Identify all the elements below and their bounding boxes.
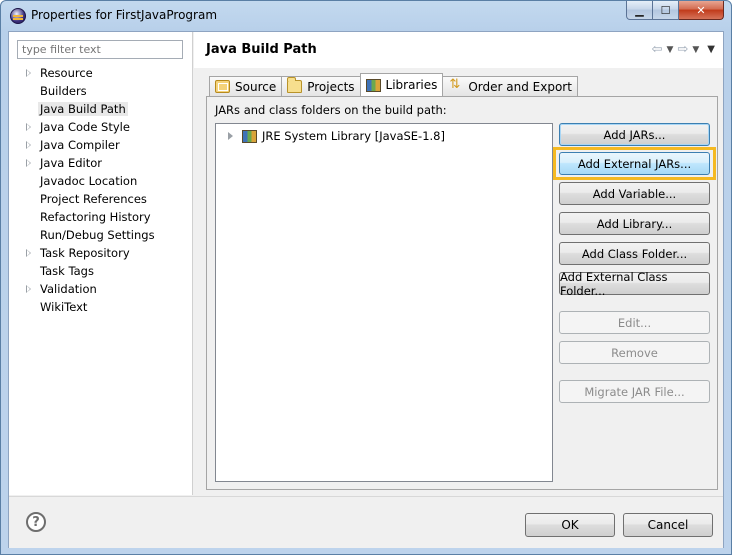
sidebar-item-label: Task Repository bbox=[40, 246, 130, 260]
window-title: Properties for FirstJavaProgram bbox=[31, 8, 218, 22]
expand-arrow-icon[interactable] bbox=[26, 141, 31, 149]
sidebar-item-builders[interactable]: Builders bbox=[9, 82, 193, 100]
sidebar-item-run-debug-settings[interactable]: Run/Debug Settings bbox=[9, 226, 193, 244]
title-bar[interactable]: Properties for FirstJavaProgram ▁ ☐ ✕ bbox=[1, 1, 731, 31]
eclipse-icon bbox=[10, 8, 26, 24]
sidebar-item-label: WikiText bbox=[40, 300, 88, 314]
sidebar-item-task-tags[interactable]: Task Tags bbox=[9, 262, 193, 280]
sidebar-item-label: Project References bbox=[40, 192, 147, 206]
library-icon bbox=[242, 129, 257, 143]
close-button[interactable]: ✕ bbox=[679, 1, 724, 20]
cancel-button[interactable]: Cancel bbox=[623, 513, 713, 537]
property-tree: Resource Builders Java Build Path Java C… bbox=[9, 64, 193, 316]
tab-label: Order and Export bbox=[468, 79, 572, 94]
add-external-class-folder-button[interactable]: Add External Class Folder... bbox=[559, 270, 710, 298]
tab-libraries[interactable]: Libraries bbox=[359, 73, 444, 96]
sidebar-item-project-references[interactable]: Project References bbox=[9, 190, 193, 208]
sidebar-item-label: Java Build Path bbox=[38, 102, 128, 116]
sidebar-item-java-editor[interactable]: Java Editor bbox=[9, 154, 193, 172]
sidebar-item-label: Validation bbox=[40, 282, 97, 296]
tab-order-and-export[interactable]: Order and Export bbox=[442, 76, 578, 96]
sidebar-item-java-code-style[interactable]: Java Code Style bbox=[9, 118, 193, 136]
sidebar-item-java-compiler[interactable]: Java Compiler bbox=[9, 136, 193, 154]
tab-label: Projects bbox=[307, 79, 355, 94]
expand-arrow-icon[interactable] bbox=[26, 69, 31, 77]
sidebar: Resource Builders Java Build Path Java C… bbox=[9, 32, 193, 495]
tree-item-label: JRE System Library [JavaSE-1.8] bbox=[262, 129, 445, 143]
edit-button[interactable]: Edit... bbox=[559, 311, 710, 334]
caption-buttons: ▁ ☐ ✕ bbox=[626, 1, 724, 21]
expand-arrow-icon[interactable] bbox=[26, 123, 31, 131]
sidebar-item-label: Resource bbox=[40, 66, 93, 80]
sidebar-item-java-build-path[interactable]: Java Build Path bbox=[9, 100, 193, 118]
sidebar-item-javadoc-location[interactable]: Javadoc Location bbox=[9, 172, 193, 190]
build-path-content: Source Projects Libraries Order and Expo… bbox=[194, 68, 723, 495]
properties-window: Properties for FirstJavaProgram ▁ ☐ ✕ Re… bbox=[0, 0, 732, 555]
source-folder-icon bbox=[215, 80, 230, 93]
remove-button[interactable]: Remove bbox=[559, 341, 710, 364]
filter-input[interactable] bbox=[17, 40, 183, 59]
tab-label: Libraries bbox=[385, 78, 438, 92]
dialog-footer: ? OK Cancel bbox=[9, 496, 723, 548]
expand-arrow-icon[interactable] bbox=[228, 132, 233, 140]
maximize-button[interactable]: ☐ bbox=[653, 1, 679, 20]
sidebar-item-resource[interactable]: Resource bbox=[9, 64, 193, 82]
back-arrow-icon[interactable]: ⇦ bbox=[652, 42, 663, 57]
chevron-down-icon[interactable]: ▼ bbox=[692, 45, 699, 55]
sidebar-item-label: Builders bbox=[40, 84, 87, 98]
minimize-icon: ▁ bbox=[635, 3, 644, 17]
libraries-icon bbox=[365, 78, 381, 92]
sidebar-item-label: Run/Debug Settings bbox=[40, 228, 155, 242]
maximize-icon: ☐ bbox=[660, 3, 671, 17]
sidebar-item-label: Java Editor bbox=[40, 156, 102, 170]
forward-arrow-icon[interactable]: ⇨ bbox=[677, 42, 688, 57]
sidebar-item-refactoring-history[interactable]: Refactoring History bbox=[9, 208, 193, 226]
sidebar-item-label: Javadoc Location bbox=[40, 174, 138, 188]
chevron-down-icon[interactable]: ▼ bbox=[667, 45, 674, 55]
expand-arrow-icon[interactable] bbox=[26, 249, 31, 257]
sidebar-item-wikitext[interactable]: WikiText bbox=[9, 298, 193, 316]
tree-item-jre-system-library[interactable]: JRE System Library [JavaSE-1.8] bbox=[228, 128, 445, 144]
sidebar-item-label: Java Code Style bbox=[40, 120, 130, 134]
libraries-panel: JARs and class folders on the build path… bbox=[206, 96, 718, 490]
page-navigation: ⇦ ▼ ⇨ ▼ ▼ bbox=[652, 42, 715, 57]
dialog-client: Resource Builders Java Build Path Java C… bbox=[8, 31, 724, 548]
tab-bar: Source Projects Libraries Order and Expo… bbox=[209, 73, 578, 96]
add-external-jars-button[interactable]: Add External JARs... bbox=[559, 152, 710, 175]
tab-source[interactable]: Source bbox=[209, 76, 283, 96]
tab-label: Source bbox=[235, 79, 277, 94]
view-menu-icon[interactable]: ▼ bbox=[707, 44, 715, 55]
sidebar-item-label: Refactoring History bbox=[40, 210, 151, 224]
sidebar-item-task-repository[interactable]: Task Repository bbox=[9, 244, 193, 262]
tab-projects[interactable]: Projects bbox=[281, 76, 361, 96]
add-class-folder-button[interactable]: Add Class Folder... bbox=[559, 242, 710, 265]
add-variable-button[interactable]: Add Variable... bbox=[559, 182, 710, 205]
sidebar-item-label: Java Compiler bbox=[40, 138, 120, 152]
order-export-icon bbox=[448, 77, 463, 93]
expand-arrow-icon[interactable] bbox=[26, 159, 31, 167]
help-icon[interactable]: ? bbox=[26, 512, 46, 532]
add-library-button[interactable]: Add Library... bbox=[559, 212, 710, 235]
sidebar-item-label: Task Tags bbox=[40, 264, 94, 278]
panel-label: JARs and class folders on the build path… bbox=[215, 103, 447, 117]
expand-arrow-icon[interactable] bbox=[26, 285, 31, 293]
projects-icon bbox=[287, 77, 303, 93]
build-path-tree[interactable]: JRE System Library [JavaSE-1.8] bbox=[215, 123, 553, 482]
sidebar-item-validation[interactable]: Validation bbox=[9, 280, 193, 298]
migrate-jar-button[interactable]: Migrate JAR File... bbox=[559, 380, 710, 403]
ok-button[interactable]: OK bbox=[525, 513, 615, 537]
close-icon: ✕ bbox=[696, 3, 706, 17]
minimize-button[interactable]: ▁ bbox=[626, 1, 653, 20]
add-jars-button[interactable]: Add JARs... bbox=[559, 123, 710, 146]
page-title: Java Build Path bbox=[206, 42, 317, 57]
main-panel: Java Build Path ⇦ ▼ ⇨ ▼ ▼ Source Project… bbox=[194, 32, 723, 495]
